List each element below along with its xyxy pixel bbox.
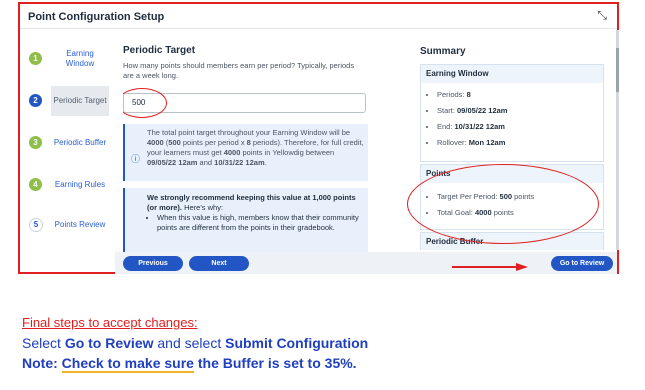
summary-heading: Summary	[420, 46, 466, 57]
instruction-heading: Final steps to accept changes:	[22, 315, 198, 330]
step-points-review[interactable]: 5 Points Review	[26, 210, 110, 240]
card-title: Earning Window	[426, 69, 489, 78]
instruction-note: Note: Check to make sure the Buffer is s…	[22, 355, 357, 373]
step-number-badge: 5	[29, 218, 43, 232]
step-label: Periodic Buffer	[53, 138, 107, 147]
step-number-badge: 1	[29, 52, 42, 65]
info-text: The total point target throughout your E…	[147, 128, 364, 167]
collapse-arrows-icon[interactable]: ⤡	[597, 8, 607, 23]
section-heading: Periodic Target	[123, 45, 196, 56]
start-item: Start: 09/05/22 12am	[437, 103, 603, 119]
dialog-title: Point Configuration Setup	[28, 11, 165, 23]
previous-button[interactable]: Previous	[123, 256, 183, 271]
step-label: Earning Window	[65, 49, 95, 68]
step-number-badge: 4	[29, 178, 42, 191]
section-description: How many points should members earn per …	[123, 61, 355, 80]
annotation-arrow	[452, 263, 528, 271]
step-number-badge: 3	[29, 136, 42, 149]
go-to-review-button[interactable]: Go to Review	[551, 256, 613, 271]
step-periodic-buffer[interactable]: 3 Periodic Buffer	[26, 128, 110, 158]
step-earning-rules[interactable]: 4 Earning Rules	[26, 170, 110, 200]
info-icon: ⓘ	[131, 154, 141, 164]
scrollbar-thumb[interactable]	[616, 48, 619, 92]
step-label: Points Review	[54, 220, 106, 229]
step-label: Periodic Target	[51, 86, 109, 116]
step-earning-window[interactable]: 1 Earning Window	[26, 44, 110, 74]
step-number-badge: 2	[29, 94, 42, 107]
periodic-target-panel: Periodic Target How many points should m…	[123, 42, 368, 252]
dialog-footer: Previous Next Go to Review	[115, 252, 617, 274]
earning-window-card: Earning Window Periods: 8 Start: 09/05/2…	[420, 64, 604, 162]
recommendation-box: We strongly recommend keeping this value…	[123, 188, 368, 252]
title-divider	[20, 28, 617, 29]
annotation-circle	[407, 164, 599, 244]
instruction-line: Select Go to Review and select Submit Co…	[22, 335, 369, 351]
dialog-screenshot-frame: Point Configuration Setup ⤡ 1 Earning Wi…	[18, 2, 619, 274]
annotation-circle	[123, 88, 167, 118]
recommendation-bullet: When this value is high, members know th…	[157, 213, 367, 233]
total-target-info-box: ⓘ The total point target throughout your…	[123, 124, 368, 181]
next-button[interactable]: Next	[189, 256, 249, 271]
end-item: End: 10/31/22 12am	[437, 119, 603, 135]
rollover-item: Rollover: Mon 12am	[437, 135, 603, 151]
step-periodic-target[interactable]: 2 Periodic Target	[26, 86, 110, 116]
periods-item: Periods: 8	[437, 87, 603, 103]
step-label: Earning Rules	[54, 180, 106, 189]
recommendation-text: We strongly recommend keeping this value…	[147, 193, 367, 233]
